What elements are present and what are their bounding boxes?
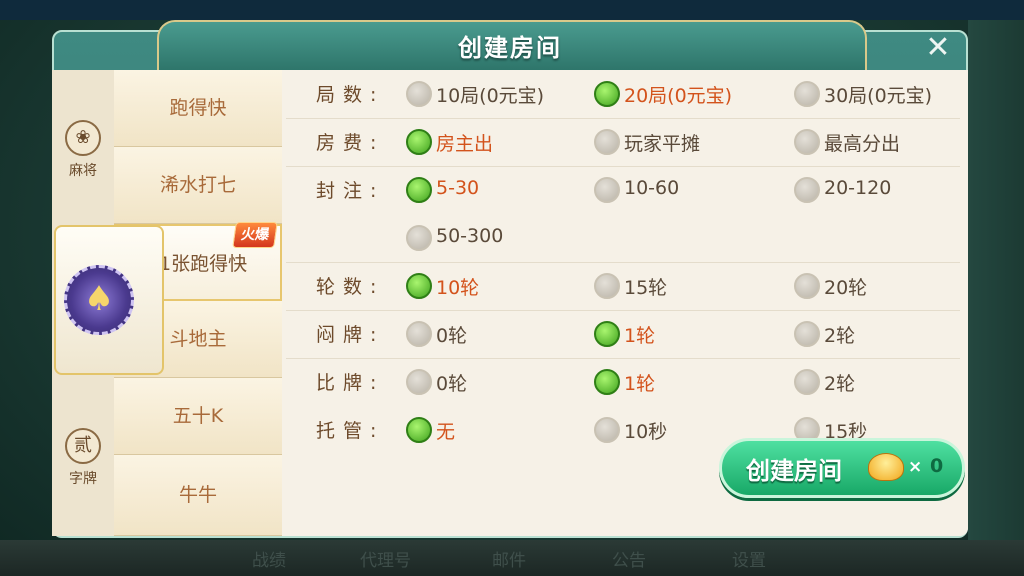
option-row-blind: 闷牌: 0轮 1轮 2轮 <box>286 310 960 359</box>
radio-icon <box>406 81 432 107</box>
option-label: 轮数: <box>316 276 385 298</box>
radio-icon <box>794 369 820 395</box>
option-choice-text: 15轮 <box>624 277 668 299</box>
category-mahjong[interactable]: ❀ 麻将 <box>56 120 110 180</box>
option-row-bet-cap-extra: 50-300 <box>286 214 960 263</box>
option-label: 局数: <box>316 84 385 106</box>
option-choice-text: 50-300 <box>436 225 504 247</box>
category-label: 麻将 <box>69 163 97 179</box>
bottom-menu-mail[interactable]: 邮件 <box>492 546 526 571</box>
option-choice-text: 20局(0元宝) <box>624 85 733 107</box>
background-right-panel <box>968 20 1024 540</box>
game-item-niuniu[interactable]: 牛牛 <box>114 455 282 536</box>
create-room-button[interactable]: 创建房间 × 0 <box>719 438 965 498</box>
option-choice-text: 2轮 <box>824 325 856 347</box>
option-choice-text: 10轮 <box>436 277 480 299</box>
option-choice-text: 10-60 <box>624 177 680 199</box>
hot-badge: 火爆 <box>232 222 278 248</box>
radio-checked-icon <box>594 81 620 107</box>
option-label: 比牌: <box>316 372 385 394</box>
game-item-xishui-daqi[interactable]: 浠水打七 <box>114 147 282 224</box>
radio-icon <box>406 225 432 251</box>
radio-icon <box>794 321 820 347</box>
create-room-dialog: 创建房间 ✕ ❀ 麻将 贰 字牌 跑得快 浠水打七 11张跑得快 斗地主 五十K… <box>52 20 968 538</box>
option-choice-text: 1轮 <box>624 325 656 347</box>
radio-icon <box>794 81 820 107</box>
option-row-rounds: 局数: 10局(0元宝) 20局(0元宝) 30局(0元宝) <box>286 70 960 119</box>
category-zipai[interactable]: 贰 字牌 <box>56 428 110 488</box>
mahjong-medal-icon: ❀ <box>65 120 101 156</box>
option-row-turns: 轮数: 10轮 15轮 20轮 <box>286 262 960 311</box>
game-item-paodekuai[interactable]: 跑得快 <box>114 70 282 147</box>
radio-checked-icon <box>406 273 432 299</box>
ingot-cost: 0 <box>930 455 944 477</box>
option-label: 闷牌: <box>316 324 385 346</box>
option-row-bet-cap: 封注: 5-30 10-60 20-120 <box>286 166 960 214</box>
category-poker[interactable]: ♠ <box>54 225 164 375</box>
option-choice-text: 0轮 <box>436 325 468 347</box>
radio-checked-icon <box>406 417 432 443</box>
option-choice-text: 1轮 <box>624 373 656 395</box>
radio-icon <box>794 129 820 155</box>
option-choice-text: 20轮 <box>824 277 868 299</box>
option-choice-text: 玩家平摊 <box>624 133 701 155</box>
radio-icon <box>794 177 820 203</box>
option-row-compare: 比牌: 0轮 1轮 2轮 <box>286 358 960 406</box>
zipai-medal-icon: 贰 <box>65 428 101 464</box>
radio-checked-icon <box>594 369 620 395</box>
option-choice-text: 无 <box>436 421 456 443</box>
bottom-menu-settings[interactable]: 设置 <box>732 546 766 571</box>
option-choice-text: 10局(0元宝) <box>436 85 545 107</box>
category-label: 字牌 <box>69 471 97 487</box>
option-label: 托管: <box>316 420 385 442</box>
bottom-menu-notice[interactable]: 公告 <box>612 546 646 571</box>
poker-spade-chip-icon: ♠ <box>64 265 134 335</box>
game-item-wushik[interactable]: 五十K <box>114 378 282 455</box>
create-room-label: 创建房间 <box>746 457 842 485</box>
option-label: 房费: <box>316 132 385 154</box>
radio-icon <box>594 273 620 299</box>
radio-icon <box>594 177 620 203</box>
radio-icon <box>794 273 820 299</box>
options-panel: 局数: 10局(0元宝) 20局(0元宝) 30局(0元宝) 房费: 房主出 玩… <box>286 70 960 480</box>
option-choice-text: 房主出 <box>436 133 494 155</box>
top-strip <box>0 0 1024 20</box>
radio-checked-icon <box>594 321 620 347</box>
option-choice-text: 10秒 <box>624 421 668 443</box>
option-choice-text: 最高分出 <box>824 133 901 155</box>
option-choice-text: 0轮 <box>436 373 468 395</box>
bottom-menu-record[interactable]: 战绩 <box>252 546 286 571</box>
option-choice-text: 2轮 <box>824 373 856 395</box>
radio-icon <box>406 321 432 347</box>
option-row-room-fee: 房费: 房主出 玩家平摊 最高分出 <box>286 118 960 167</box>
option-label: 封注: <box>316 180 385 202</box>
radio-icon <box>594 129 620 155</box>
option-choice-text: 30局(0元宝) <box>824 85 933 107</box>
multiply-sign: × <box>908 457 923 477</box>
option-choice-text: 20-120 <box>824 177 892 199</box>
dialog-title: 创建房间 <box>458 34 562 62</box>
radio-checked-icon <box>406 129 432 155</box>
radio-icon <box>594 417 620 443</box>
bottom-menu-bar: 战绩 代理号 邮件 公告 设置 <box>0 540 1024 576</box>
gold-ingot-icon <box>868 453 904 481</box>
option-choice-text: 5-30 <box>436 177 480 199</box>
radio-checked-icon <box>406 177 432 203</box>
bottom-menu-agent[interactable]: 代理号 <box>360 546 411 571</box>
close-icon[interactable]: ✕ <box>922 32 954 64</box>
radio-icon <box>406 369 432 395</box>
